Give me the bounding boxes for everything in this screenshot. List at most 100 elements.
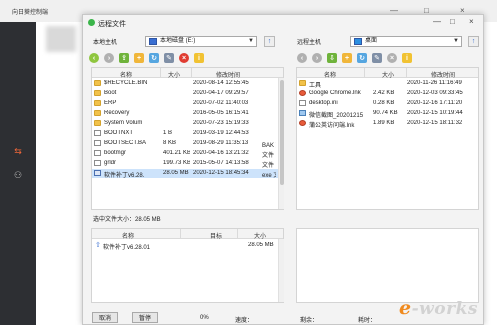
image-file-icon — [299, 110, 306, 116]
transfer-row[interactable]: ⇧ 软件补丁v6.28.01 28.05 MB — [92, 241, 283, 251]
folder-icon — [94, 80, 101, 86]
delete-icon[interactable]: × — [179, 53, 189, 63]
file-size: 1 B — [163, 130, 173, 136]
properties-icon[interactable]: i — [194, 53, 204, 63]
column-modified[interactable]: 修改时间 — [431, 70, 455, 79]
file-modified: 2016-05-05 16:15:41 — [193, 110, 249, 116]
folder-up-icon: ↑ — [471, 38, 476, 45]
file-row[interactable]: 软件补丁v6.28. 28.05 MB 2020-12-15 18:45:34 exe… — [92, 169, 283, 179]
file-row[interactable]: ERP 2020-07-02 11:40:03 — [92, 99, 283, 108]
file-type: 文件 — [262, 163, 275, 169]
refresh-icon[interactable]: ↻ — [149, 53, 159, 63]
local-drive-value: 本地磁盘 (E:) — [160, 38, 196, 44]
remote-control-icon[interactable]: ⇆ — [11, 144, 25, 158]
file-row[interactable]: BOOTSECT.BA 8 KB 2019-08-29 11:35:13 BAK 文 — [92, 139, 283, 149]
remote-drive-value: 桌面 — [365, 38, 378, 44]
local-drive-select[interactable]: 本地磁盘 (E:) ▼ — [145, 36, 257, 47]
file-type: BAK 文 — [262, 143, 276, 149]
window-title: 远程文件 — [98, 21, 126, 28]
column-target[interactable]: 目标 — [210, 231, 222, 240]
forward-icon[interactable]: › — [312, 53, 322, 63]
column-size[interactable]: 大小 — [168, 70, 180, 79]
file-size: 199.73 KB — [163, 160, 190, 166]
file-row[interactable]: 工具 2020-11-26 11:16:49 — [297, 79, 478, 89]
file-name: 软件补丁v6.28. — [104, 173, 145, 179]
transfer-file-size: 28.05 MB — [248, 242, 274, 248]
transfer-detail-pane — [296, 228, 479, 303]
file-size: 0.28 KB — [373, 100, 395, 106]
file-row[interactable]: grldr 199.73 KB 2015-05-07 14:13:58 文件 — [92, 159, 283, 169]
file-row[interactable]: $RECYCLE.BIN 2020-08-14 12:55:45 — [92, 79, 283, 88]
file-modified: 2020-12-16 17:11:20 — [407, 100, 463, 106]
delete-icon[interactable]: × — [387, 53, 397, 63]
file-modified: 2019-03-19 12:44:53 — [193, 130, 249, 136]
file-row[interactable]: Google Chrome.lnk 2.42 KB 2020-12-03 09:33… — [297, 89, 478, 98]
window-titlebar: 远程文件 — □ × — [83, 15, 483, 31]
file-name: Recovery — [104, 110, 130, 116]
file-modified: 2020-07-02 11:40:03 — [193, 100, 249, 106]
refresh-icon[interactable]: ↻ — [357, 53, 367, 63]
file-modified: 2020-12-15 18:11:32 — [407, 120, 463, 126]
minimize-button[interactable]: — — [433, 17, 441, 26]
file-name: grldr — [104, 160, 117, 166]
file-modified: 2020-04-17 09:29:57 — [193, 90, 249, 96]
remote-parent-folder-button[interactable]: ↑ — [468, 36, 479, 47]
progress-percent: 0% — [200, 315, 209, 321]
file-name: ERP — [104, 100, 117, 106]
eworks-watermark: e-works — [399, 297, 478, 319]
local-parent-folder-button[interactable]: ↑ — [264, 36, 275, 47]
back-icon[interactable]: ‹ — [297, 53, 307, 63]
forward-icon[interactable]: › — [104, 53, 114, 63]
file-icon — [94, 140, 101, 146]
shortcut-icon — [299, 90, 306, 96]
rename-icon[interactable]: ✎ — [164, 53, 174, 63]
background-app-title: 向日葵控制端 — [12, 10, 49, 16]
close-button[interactable]: × — [469, 17, 474, 26]
desktop-icon — [354, 38, 362, 45]
upload-icon[interactable]: ⇪ — [119, 53, 129, 63]
chevron-down-icon: ▼ — [453, 38, 459, 44]
file-name: Boot — [104, 90, 117, 96]
new-folder-icon[interactable]: + — [134, 53, 144, 63]
column-size[interactable]: 大小 — [382, 70, 394, 79]
shortcut-icon — [299, 120, 306, 126]
user-icon[interactable]: ⚇ — [11, 168, 25, 182]
column-name[interactable]: 名称 — [122, 231, 134, 240]
column-name[interactable]: 名称 — [324, 70, 336, 79]
file-row[interactable]: 微信截图_2020121510 90.74 KB 2020-12-15 10:19:… — [297, 109, 478, 119]
file-name: desktop.ini — [309, 100, 338, 106]
file-row[interactable]: BOOTNXT 1 B 2019-03-19 12:44:53 — [92, 129, 283, 138]
local-scrollbar[interactable] — [278, 78, 284, 209]
pause-button[interactable]: 暂停 — [132, 312, 158, 323]
file-row[interactable]: desktop.ini 0.28 KB 2020-12-16 17:11:20 — [297, 99, 478, 108]
remote-drive-select[interactable]: 桌面 ▼ — [350, 36, 462, 47]
file-row[interactable]: Boot 2020-04-17 09:29:57 — [92, 89, 283, 98]
back-icon[interactable]: ‹ — [89, 53, 99, 63]
file-row[interactable]: bootmgr 401.21 KB 2020-04-16 13:21:32 文件 — [92, 149, 283, 159]
file-name: 蒲公英访问端.lnk — [309, 123, 355, 129]
column-size[interactable]: 大小 — [254, 231, 266, 240]
file-modified: 2020-08-14 12:55:45 — [193, 80, 249, 86]
transfer-scrollbar[interactable] — [278, 239, 284, 302]
file-size: 1.89 KB — [373, 120, 395, 126]
properties-icon[interactable]: i — [402, 53, 412, 63]
file-row[interactable]: Recovery 2016-05-05 16:15:41 — [92, 109, 283, 118]
file-name: bootmgr — [104, 150, 127, 156]
file-row[interactable]: 蒲公英访问端.lnk 1.89 KB 2020-12-15 18:11:32 — [297, 119, 478, 129]
column-modified[interactable]: 修改时间 — [216, 70, 240, 79]
time-label: 耗时： — [358, 318, 377, 324]
file-row[interactable]: System Volum 2020-07-23 15:19:33 — [92, 119, 283, 128]
download-icon[interactable]: ⇩ — [327, 53, 337, 63]
rename-icon[interactable]: ✎ — [372, 53, 382, 63]
folder-up-icon: ↑ — [267, 38, 272, 45]
maximize-button[interactable]: □ — [450, 17, 455, 26]
folder-icon — [94, 110, 101, 116]
cancel-button[interactable]: 取消 — [92, 312, 118, 323]
remote-file-list: 名称 大小 修改时间 工具 2020-11-26 11:16:49 Google C… — [296, 67, 479, 210]
file-icon — [94, 150, 101, 156]
folder-icon — [299, 80, 306, 86]
column-name[interactable]: 名称 — [120, 70, 132, 79]
new-folder-icon[interactable]: + — [342, 53, 352, 63]
remote-column-header: 名称 大小 修改时间 — [297, 68, 478, 79]
remote-host-label: 远程主机 — [297, 40, 322, 46]
